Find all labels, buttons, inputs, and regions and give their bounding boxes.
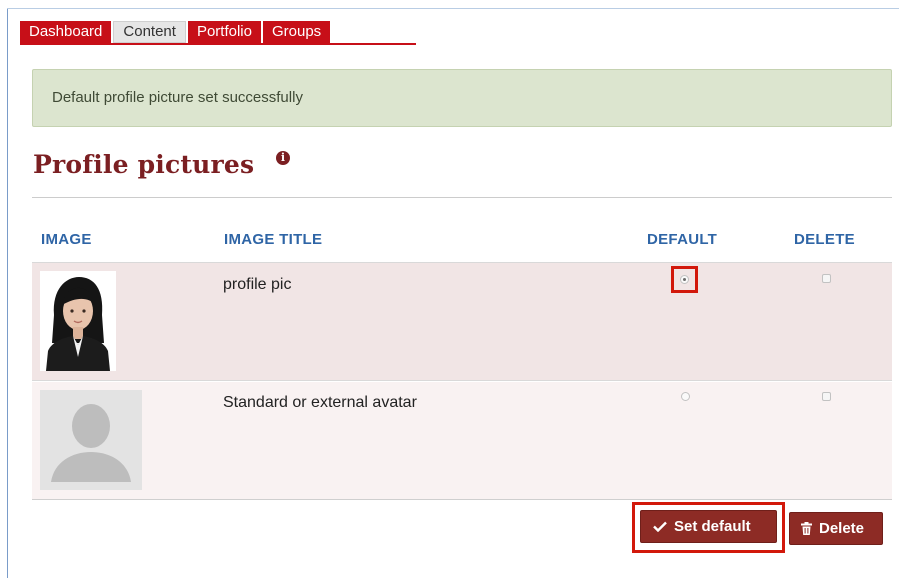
column-header-delete: DELETE <box>794 231 855 248</box>
page-title: Profile pictures <box>33 150 255 179</box>
image-title: Standard or external avatar <box>223 394 417 411</box>
success-alert: Default profile picture set successfully <box>32 69 892 127</box>
column-header-default: DEFAULT <box>647 231 718 248</box>
column-header-image-title: IMAGE TITLE <box>224 231 323 248</box>
window-frame-top <box>7 8 899 9</box>
tab-groups[interactable]: Groups <box>262 21 331 43</box>
default-radio[interactable] <box>680 275 689 284</box>
image-title: profile pic <box>223 276 292 293</box>
default-avatar-thumbnail <box>40 390 142 490</box>
main-nav-tabs: Dashboard Content Portfolio Groups <box>20 21 332 43</box>
delete-checkbox[interactable] <box>822 274 831 283</box>
tab-portfolio[interactable]: Portfolio <box>187 21 261 43</box>
tab-dashboard[interactable]: Dashboard <box>20 21 112 43</box>
tab-content[interactable]: Content <box>113 21 186 43</box>
user-silhouette-icon <box>51 404 131 482</box>
delete-button[interactable]: Delete <box>789 512 883 545</box>
column-header-image: IMAGE <box>41 231 92 248</box>
table-row: profile pic <box>32 263 892 381</box>
delete-checkbox[interactable] <box>822 392 831 401</box>
portrait-photo-icon <box>40 271 116 371</box>
set-default-button[interactable]: Set default <box>640 510 777 543</box>
title-divider <box>32 197 892 198</box>
tabs-underline <box>20 43 416 45</box>
default-radio[interactable] <box>681 392 690 401</box>
table-row: Standard or external avatar <box>32 382 892 500</box>
checkmark-icon <box>653 521 667 532</box>
set-default-label: Set default <box>674 518 751 535</box>
trash-icon <box>801 522 812 535</box>
delete-label: Delete <box>819 520 865 537</box>
window-frame-left <box>7 8 8 578</box>
info-circle-icon[interactable]: i <box>276 151 290 165</box>
profile-photo-thumbnail <box>40 271 116 371</box>
